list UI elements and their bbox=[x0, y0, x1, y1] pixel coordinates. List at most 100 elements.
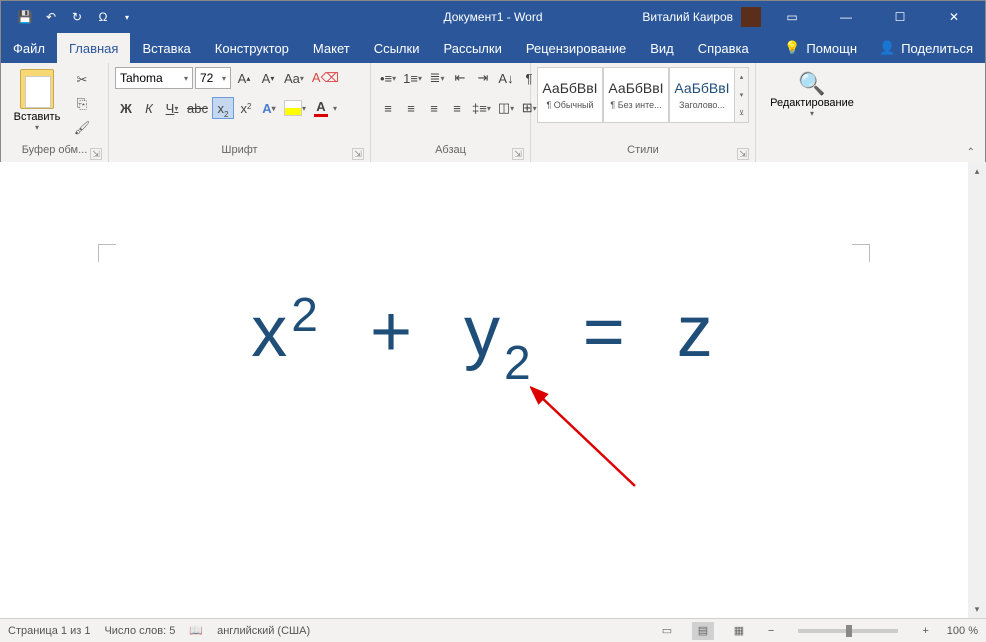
line-spacing-button[interactable]: ‡≡▾ bbox=[469, 97, 494, 119]
style-name: ¶ Обычный bbox=[546, 100, 593, 110]
align-left-button[interactable]: ≡ bbox=[377, 97, 399, 119]
align-center-button[interactable]: ≡ bbox=[400, 97, 422, 119]
margin-mark bbox=[98, 244, 116, 262]
scroll-up-button[interactable]: ▴ bbox=[968, 162, 986, 180]
increase-indent-button[interactable]: ⇥ bbox=[472, 67, 494, 89]
underline-button[interactable]: Ч▾ bbox=[161, 97, 183, 119]
font-name-select[interactable]: Tahoma ▾ bbox=[115, 67, 193, 89]
strikethrough-button[interactable]: abc bbox=[184, 97, 211, 119]
tab-home[interactable]: Главная bbox=[57, 33, 130, 63]
word-count[interactable]: Число слов: 5 bbox=[104, 625, 175, 637]
editing-button[interactable]: 🔍 Редактирование ▾ bbox=[762, 71, 862, 118]
page-indicator[interactable]: Страница 1 из 1 bbox=[8, 625, 90, 637]
vertical-scrollbar[interactable]: ▴ ▾ bbox=[968, 162, 986, 618]
styles-gallery-more[interactable]: ▴▾⊻ bbox=[735, 67, 749, 123]
clipboard-group-label: Буфер обм... ⇲ bbox=[7, 144, 102, 162]
copy-button[interactable]: ⎘ bbox=[71, 95, 93, 113]
chevron-down-icon[interactable]: ▾ bbox=[333, 104, 337, 113]
collapse-ribbon-icon[interactable]: ⌃ bbox=[967, 147, 975, 158]
style-name: ¶ Без инте... bbox=[610, 100, 661, 110]
tell-me[interactable]: 💡 Помощн bbox=[774, 33, 867, 63]
tab-design[interactable]: Конструктор bbox=[203, 33, 301, 63]
zoom-out-button[interactable]: − bbox=[764, 625, 778, 637]
style-heading1[interactable]: АаБбВвІ Заголово... bbox=[669, 67, 735, 123]
sort-button[interactable]: A↓ bbox=[495, 67, 517, 89]
save-icon[interactable]: 💾 bbox=[17, 9, 33, 25]
font-color-button[interactable]: A bbox=[310, 97, 332, 119]
share-icon: 👤 bbox=[879, 40, 895, 56]
format-painter-button[interactable]: 🖌 bbox=[71, 119, 93, 137]
tab-review[interactable]: Рецензирование bbox=[514, 33, 638, 63]
italic-button[interactable]: К bbox=[138, 97, 160, 119]
page[interactable]: x2 + y2 = z bbox=[94, 196, 874, 596]
style-nospacing[interactable]: АаБбВвІ ¶ Без инте... bbox=[603, 67, 669, 123]
highlight-button[interactable]: ▾ bbox=[281, 97, 309, 119]
redo-icon[interactable]: ↻ bbox=[69, 9, 85, 25]
lightbulb-icon: 💡 bbox=[784, 40, 800, 56]
grow-font-button[interactable]: A▴ bbox=[233, 67, 255, 89]
avatar[interactable] bbox=[741, 7, 761, 27]
tab-file[interactable]: Файл bbox=[1, 33, 57, 63]
editing-group-label bbox=[762, 144, 862, 162]
shrink-font-button[interactable]: A▾ bbox=[257, 67, 279, 89]
tell-me-label: Помощн bbox=[806, 41, 857, 56]
bullets-button[interactable]: •≡▾ bbox=[377, 67, 399, 89]
symbol-icon[interactable]: Ω bbox=[95, 9, 111, 25]
style-preview: АаБбВвІ bbox=[542, 80, 597, 96]
bold-button[interactable]: Ж bbox=[115, 97, 137, 119]
tab-mailings[interactable]: Рассылки bbox=[431, 33, 513, 63]
document-title: Документ1 - Word bbox=[443, 10, 542, 24]
font-launcher[interactable]: ⇲ bbox=[352, 148, 364, 160]
tab-layout[interactable]: Макет bbox=[301, 33, 362, 63]
multilevel-button[interactable]: ≣▾ bbox=[426, 67, 448, 89]
close-button[interactable]: ✕ bbox=[931, 1, 977, 33]
paragraph-launcher[interactable]: ⇲ bbox=[512, 148, 524, 160]
document-area[interactable]: x2 + y2 = z bbox=[0, 162, 968, 618]
numbering-button[interactable]: 1≡▾ bbox=[400, 67, 425, 89]
equation-text[interactable]: x2 + y2 = z bbox=[94, 288, 874, 383]
change-case-button[interactable]: Aa▾ bbox=[281, 67, 307, 89]
text-effects-button[interactable]: A▾ bbox=[258, 97, 280, 119]
paste-button[interactable]: Вставить ▾ bbox=[7, 67, 67, 132]
tab-view[interactable]: Вид bbox=[638, 33, 686, 63]
editing-label: Редактирование bbox=[770, 97, 854, 109]
chevron-down-icon: ▾ bbox=[810, 109, 814, 118]
scroll-down-button[interactable]: ▾ bbox=[968, 600, 986, 618]
share-button[interactable]: 👤 Поделиться bbox=[867, 33, 985, 63]
zoom-level[interactable]: 100 % bbox=[947, 625, 978, 637]
read-mode-button[interactable]: ▭ bbox=[656, 622, 678, 640]
style-preview: АаБбВвІ bbox=[608, 80, 663, 96]
spell-check-icon[interactable]: 📖 bbox=[189, 624, 203, 637]
web-layout-button[interactable]: ▦ bbox=[728, 622, 750, 640]
cut-button[interactable]: ✂ bbox=[71, 71, 93, 89]
paragraph-group-label: Абзац ⇲ bbox=[377, 144, 524, 162]
tab-insert[interactable]: Вставка bbox=[130, 33, 202, 63]
justify-button[interactable]: ≡ bbox=[446, 97, 468, 119]
decrease-indent-button[interactable]: ⇤ bbox=[449, 67, 471, 89]
font-size-select[interactable]: 72 ▾ bbox=[195, 67, 231, 89]
subscript-button[interactable]: x2 bbox=[212, 97, 234, 119]
paste-icon bbox=[20, 69, 54, 109]
align-right-button[interactable]: ≡ bbox=[423, 97, 445, 119]
margin-mark bbox=[852, 244, 870, 262]
style-normal[interactable]: АаБбВвІ ¶ Обычный bbox=[537, 67, 603, 123]
print-layout-button[interactable]: ▤ bbox=[692, 622, 714, 640]
tab-help[interactable]: Справка bbox=[686, 33, 761, 63]
ribbon-display-icon[interactable]: ▭ bbox=[769, 1, 815, 33]
language-indicator[interactable]: английский (США) bbox=[217, 625, 310, 637]
undo-icon[interactable]: ↶ bbox=[43, 9, 59, 25]
superscript-button[interactable]: x2 bbox=[235, 97, 257, 119]
minimize-button[interactable]: — bbox=[823, 1, 869, 33]
zoom-slider[interactable] bbox=[798, 629, 898, 633]
chevron-down-icon: ▾ bbox=[184, 74, 188, 83]
maximize-button[interactable]: ☐ bbox=[877, 1, 923, 33]
zoom-in-button[interactable]: + bbox=[918, 625, 932, 637]
styles-group-label: Стили ⇲ bbox=[537, 144, 749, 162]
shading-button[interactable]: ◫▾ bbox=[495, 97, 517, 119]
user-name[interactable]: Виталий Каиров bbox=[642, 10, 733, 24]
styles-launcher[interactable]: ⇲ bbox=[737, 148, 749, 160]
clipboard-launcher[interactable]: ⇲ bbox=[90, 148, 102, 160]
tab-references[interactable]: Ссылки bbox=[362, 33, 432, 63]
clear-formatting-button[interactable]: A⌫ bbox=[309, 67, 342, 89]
qat-dropdown-icon[interactable]: ▾ bbox=[125, 13, 129, 22]
